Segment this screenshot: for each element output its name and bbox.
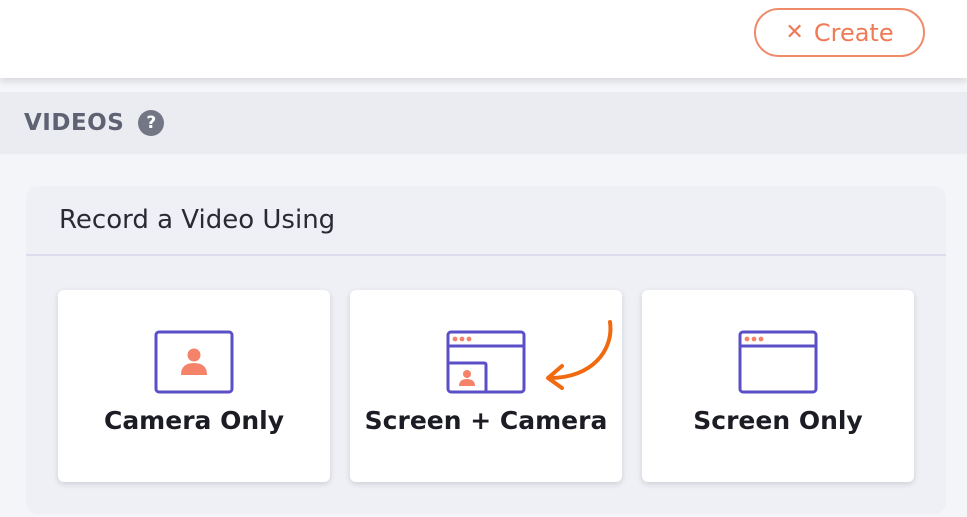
curved-arrow-icon [546, 320, 613, 390]
camera-only-option[interactable]: Camera Only [58, 290, 330, 482]
record-video-panel: Record a Video Using Camera Only Screen … [26, 186, 946, 514]
screen-with-camera-icon [446, 330, 526, 394]
option-label: Screen + Camera [364, 406, 608, 435]
create-button-label: Create [813, 18, 894, 47]
section-title: VIDEOS [24, 110, 125, 136]
create-button[interactable]: ✕ Create [754, 8, 925, 57]
option-label: Camera Only [103, 406, 285, 435]
panel-title: Record a Video Using [59, 205, 336, 235]
close-icon: ✕ [785, 19, 804, 45]
browser-window-icon [738, 330, 818, 394]
panel-header: Record a Video Using [26, 186, 946, 256]
question-circle-icon[interactable]: ? [138, 110, 165, 136]
top-bar: ✕ Create [0, 0, 967, 78]
screen-only-option[interactable]: Screen Only [642, 290, 914, 482]
videos-section-header: VIDEOS ? [0, 92, 967, 154]
option-label: Screen Only [693, 406, 863, 435]
camera-person-icon [154, 330, 234, 394]
